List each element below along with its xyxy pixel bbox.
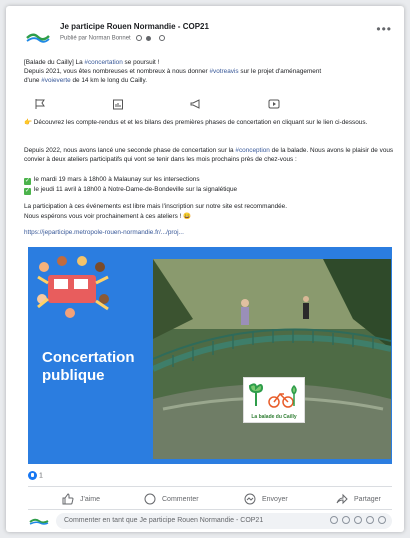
messenger-icon	[244, 493, 256, 505]
closing-line-2: Nous espérons vous voir prochainement à …	[24, 213, 192, 220]
reaction-count: 1	[38, 472, 43, 480]
comment-button[interactable]: Commenter	[144, 492, 199, 506]
more-options-button[interactable]: •••	[376, 22, 392, 36]
flag-icon[interactable]	[34, 98, 46, 110]
paragraph-phase: Depuis 2022, nous avons lancé une second…	[24, 147, 394, 163]
event-item-1: ✓ le mardi 19 mars à 18h00 à Malaunay sur…	[24, 176, 200, 185]
commenter-avatar	[29, 518, 49, 525]
bridge-photo: La balade du Cailly	[153, 259, 391, 459]
gif-icon[interactable]	[366, 516, 374, 524]
balade-logo-icon	[248, 383, 297, 408]
comment-tools	[330, 516, 386, 524]
camera-icon[interactable]	[354, 516, 362, 524]
emoji-icon[interactable]	[342, 516, 350, 524]
hashtag-conception[interactable]: #conception	[235, 147, 269, 154]
share-icon	[336, 493, 348, 505]
inline-toolbar	[34, 98, 294, 112]
hashtag-concertation[interactable]: #concertation	[84, 59, 122, 66]
divider	[28, 486, 392, 487]
check-icon: ✓	[24, 188, 31, 195]
post-link[interactable]: https://jeparticipe.metropole-rouen-norm…	[24, 228, 394, 237]
intro-line-3: d'une #voieverte de 14 km le long du Cai…	[24, 77, 147, 84]
audience-icon[interactable]	[158, 35, 165, 41]
send-button[interactable]: Envoyer	[244, 492, 288, 506]
paragraph-compte-rendus: 👉 Découvrez les compte-rendus et et les …	[24, 119, 368, 126]
hashtag-votreavis[interactable]: #votreavis	[209, 68, 238, 75]
bridge-photo-icon	[153, 259, 391, 459]
published-by-line: Publié par Norman Bonnet	[60, 35, 165, 42]
action-bar: J'aime Commenter Envoyer Partager	[28, 492, 392, 506]
logo-caption: La balade du Cailly	[251, 414, 297, 420]
event-item-2: ✓ le jeudi 11 avril à 18h00 à Notre-Dame-…	[24, 186, 238, 195]
thumbs-up-icon	[62, 493, 74, 505]
like-reaction-icon	[28, 471, 37, 480]
share-button[interactable]: Partager	[336, 492, 381, 506]
intro-line-2: Depuis 2021, vous êtes nombreuses et nom…	[24, 68, 322, 75]
published-by[interactable]: Publié par Norman Bonnet	[60, 36, 131, 42]
page-avatar[interactable]	[24, 26, 52, 46]
hashtag-voieverte[interactable]: #voieverte	[41, 77, 71, 84]
post-intro: [Balade du Cailly] La #concertation se p…	[24, 58, 394, 85]
like-button[interactable]: J'aime	[62, 492, 100, 506]
post-header: Je participe Rouen Normandie - COP21 Pub…	[24, 22, 392, 54]
post-image[interactable]: Concertation publique La balade du Caill…	[28, 247, 392, 464]
calendar-icon[interactable]	[112, 98, 124, 110]
image-title: Concertation publique	[42, 349, 135, 384]
megaphone-icon[interactable]	[190, 98, 202, 110]
comment-composer: Commenter en tant que Je participe Rouen…	[28, 512, 392, 530]
illustration-people-icon	[37, 256, 109, 318]
balade-logo: La balade du Cailly	[243, 377, 305, 423]
facebook-post: Je participe Rouen Normandie - COP21 Pub…	[6, 6, 404, 532]
intro-line-1: [Balade du Cailly] La #concertation se p…	[24, 59, 160, 66]
sticker-icon[interactable]	[378, 516, 386, 524]
divider	[28, 509, 392, 510]
comment-icon	[144, 493, 156, 505]
check-icon: ✓	[24, 178, 31, 185]
avatar-sticker-icon[interactable]	[330, 516, 338, 524]
globe-icon	[136, 35, 143, 41]
reaction-summary[interactable]: 1	[28, 471, 43, 481]
closing-line-1: La participation à ces événements est li…	[24, 203, 288, 210]
page-name[interactable]: Je participe Rouen Normandie - COP21	[60, 22, 209, 31]
play-icon[interactable]	[268, 98, 280, 110]
separator-dot	[146, 35, 152, 41]
